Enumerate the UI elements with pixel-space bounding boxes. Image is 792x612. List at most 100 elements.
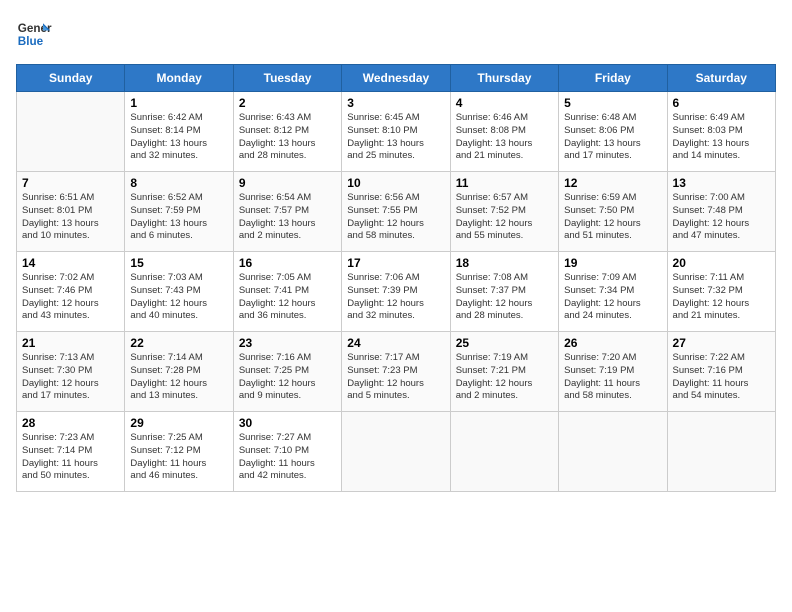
cell-info: Sunrise: 6:42 AM Sunset: 8:14 PM Dayligh… [130, 112, 227, 163]
calendar-cell: 3 Sunrise: 6:45 AM Sunset: 8:10 PM Daylig… [342, 92, 450, 172]
calendar-table: SundayMondayTuesdayWednesdayThursdayFrid… [16, 64, 776, 492]
calendar-cell: 28Sunrise: 7:23 AM Sunset: 7:14 PM Dayli… [17, 412, 125, 492]
calendar-cell: 6Sunrise: 6:49 AM Sunset: 8:03 PM Daylig… [667, 92, 775, 172]
cell-info: Sunrise: 7:25 AM Sunset: 7:12 PM Dayligh… [130, 432, 227, 483]
cell-info: Sunrise: 6:46 AM Sunset: 8:08 PM Dayligh… [456, 112, 553, 163]
cell-date: 27 [673, 336, 770, 350]
calendar-cell [17, 92, 125, 172]
cell-info: Sunrise: 6:52 AM Sunset: 7:59 PM Dayligh… [130, 192, 227, 243]
cell-info: Sunrise: 6:56 AM Sunset: 7:55 PM Dayligh… [347, 192, 444, 243]
cell-info: Sunrise: 7:03 AM Sunset: 7:43 PM Dayligh… [130, 272, 227, 323]
cell-info: Sunrise: 7:19 AM Sunset: 7:21 PM Dayligh… [456, 352, 553, 403]
cell-date: 29 [130, 416, 227, 430]
svg-text:Blue: Blue [18, 35, 44, 48]
cell-info: Sunrise: 6:54 AM Sunset: 7:57 PM Dayligh… [239, 192, 336, 243]
calendar-cell: 9 Sunrise: 6:54 AM Sunset: 7:57 PM Daylig… [233, 172, 341, 252]
cell-date: 14 [22, 256, 119, 270]
calendar-cell: 25 Sunrise: 7:19 AM Sunset: 7:21 PM Dayli… [450, 332, 558, 412]
cell-info: Sunrise: 6:48 AM Sunset: 8:06 PM Dayligh… [564, 112, 661, 163]
cell-date: 13 [673, 176, 770, 190]
calendar-cell [667, 412, 775, 492]
cell-info: Sunrise: 7:11 AM Sunset: 7:32 PM Dayligh… [673, 272, 770, 323]
calendar-cell: 7 Sunrise: 6:51 AM Sunset: 8:01 PM Daylig… [17, 172, 125, 252]
calendar-cell: 12 Sunrise: 6:59 AM Sunset: 7:50 PM Dayli… [559, 172, 667, 252]
calendar-cell [342, 412, 450, 492]
calendar-week-3: 14 Sunrise: 7:02 AM Sunset: 7:46 PM Dayli… [17, 252, 776, 332]
cell-date: 25 [456, 336, 553, 350]
days-header-row: SundayMondayTuesdayWednesdayThursdayFrid… [17, 65, 776, 92]
cell-info: Sunrise: 7:08 AM Sunset: 7:37 PM Dayligh… [456, 272, 553, 323]
calendar-week-4: 21Sunrise: 7:13 AM Sunset: 7:30 PM Dayli… [17, 332, 776, 412]
cell-info: Sunrise: 7:17 AM Sunset: 7:23 PM Dayligh… [347, 352, 444, 403]
calendar-cell: 29 Sunrise: 7:25 AM Sunset: 7:12 PM Dayli… [125, 412, 233, 492]
calendar-week-5: 28Sunrise: 7:23 AM Sunset: 7:14 PM Dayli… [17, 412, 776, 492]
cell-info: Sunrise: 7:13 AM Sunset: 7:30 PM Dayligh… [22, 352, 119, 403]
cell-info: Sunrise: 6:57 AM Sunset: 7:52 PM Dayligh… [456, 192, 553, 243]
calendar-cell: 15 Sunrise: 7:03 AM Sunset: 7:43 PM Dayli… [125, 252, 233, 332]
cell-date: 15 [130, 256, 227, 270]
cell-date: 18 [456, 256, 553, 270]
calendar-cell: 19 Sunrise: 7:09 AM Sunset: 7:34 PM Dayli… [559, 252, 667, 332]
calendar-week-1: 1 Sunrise: 6:42 AM Sunset: 8:14 PM Daylig… [17, 92, 776, 172]
calendar-cell: 17 Sunrise: 7:06 AM Sunset: 7:39 PM Dayli… [342, 252, 450, 332]
day-header-friday: Friday [559, 65, 667, 92]
cell-date: 17 [347, 256, 444, 270]
cell-date: 12 [564, 176, 661, 190]
cell-info: Sunrise: 7:22 AM Sunset: 7:16 PM Dayligh… [673, 352, 770, 403]
cell-info: Sunrise: 7:16 AM Sunset: 7:25 PM Dayligh… [239, 352, 336, 403]
day-header-wednesday: Wednesday [342, 65, 450, 92]
calendar-cell: 13 Sunrise: 7:00 AM Sunset: 7:48 PM Dayli… [667, 172, 775, 252]
page-header: General Blue [16, 16, 776, 52]
day-header-sunday: Sunday [17, 65, 125, 92]
cell-info: Sunrise: 7:06 AM Sunset: 7:39 PM Dayligh… [347, 272, 444, 323]
cell-date: 8 [130, 176, 227, 190]
cell-date: 1 [130, 96, 227, 110]
logo-icon: General Blue [16, 16, 52, 52]
cell-date: 26 [564, 336, 661, 350]
cell-date: 24 [347, 336, 444, 350]
day-header-tuesday: Tuesday [233, 65, 341, 92]
cell-info: Sunrise: 7:09 AM Sunset: 7:34 PM Dayligh… [564, 272, 661, 323]
calendar-cell: 23Sunrise: 7:16 AM Sunset: 7:25 PM Dayli… [233, 332, 341, 412]
calendar-cell [450, 412, 558, 492]
cell-date: 30 [239, 416, 336, 430]
cell-date: 11 [456, 176, 553, 190]
calendar-cell: 8 Sunrise: 6:52 AM Sunset: 7:59 PM Daylig… [125, 172, 233, 252]
calendar-cell: 21Sunrise: 7:13 AM Sunset: 7:30 PM Dayli… [17, 332, 125, 412]
calendar-cell: 11 Sunrise: 6:57 AM Sunset: 7:52 PM Dayli… [450, 172, 558, 252]
calendar-cell: 14 Sunrise: 7:02 AM Sunset: 7:46 PM Dayli… [17, 252, 125, 332]
calendar-cell: 16Sunrise: 7:05 AM Sunset: 7:41 PM Dayli… [233, 252, 341, 332]
calendar-cell: 1 Sunrise: 6:42 AM Sunset: 8:14 PM Daylig… [125, 92, 233, 172]
cell-info: Sunrise: 6:59 AM Sunset: 7:50 PM Dayligh… [564, 192, 661, 243]
calendar-cell: 27 Sunrise: 7:22 AM Sunset: 7:16 PM Dayli… [667, 332, 775, 412]
cell-info: Sunrise: 6:43 AM Sunset: 8:12 PM Dayligh… [239, 112, 336, 163]
cell-date: 19 [564, 256, 661, 270]
calendar-cell: 4 Sunrise: 6:46 AM Sunset: 8:08 PM Daylig… [450, 92, 558, 172]
cell-info: Sunrise: 7:23 AM Sunset: 7:14 PM Dayligh… [22, 432, 119, 483]
calendar-cell: 20 Sunrise: 7:11 AM Sunset: 7:32 PM Dayli… [667, 252, 775, 332]
cell-info: Sunrise: 7:05 AM Sunset: 7:41 PM Dayligh… [239, 272, 336, 323]
calendar-cell [559, 412, 667, 492]
cell-info: Sunrise: 6:51 AM Sunset: 8:01 PM Dayligh… [22, 192, 119, 243]
cell-info: Sunrise: 7:20 AM Sunset: 7:19 PM Dayligh… [564, 352, 661, 403]
cell-info: Sunrise: 7:27 AM Sunset: 7:10 PM Dayligh… [239, 432, 336, 483]
cell-date: 20 [673, 256, 770, 270]
cell-date: 4 [456, 96, 553, 110]
calendar-cell: 5Sunrise: 6:48 AM Sunset: 8:06 PM Daylig… [559, 92, 667, 172]
day-header-thursday: Thursday [450, 65, 558, 92]
logo: General Blue [16, 16, 52, 52]
cell-date: 3 [347, 96, 444, 110]
calendar-cell: 22Sunrise: 7:14 AM Sunset: 7:28 PM Dayli… [125, 332, 233, 412]
cell-date: 9 [239, 176, 336, 190]
cell-info: Sunrise: 7:14 AM Sunset: 7:28 PM Dayligh… [130, 352, 227, 403]
day-header-saturday: Saturday [667, 65, 775, 92]
day-header-monday: Monday [125, 65, 233, 92]
cell-date: 7 [22, 176, 119, 190]
calendar-cell: 30 Sunrise: 7:27 AM Sunset: 7:10 PM Dayli… [233, 412, 341, 492]
calendar-cell: 26 Sunrise: 7:20 AM Sunset: 7:19 PM Dayli… [559, 332, 667, 412]
cell-info: Sunrise: 7:02 AM Sunset: 7:46 PM Dayligh… [22, 272, 119, 323]
cell-date: 2 [239, 96, 336, 110]
cell-info: Sunrise: 6:49 AM Sunset: 8:03 PM Dayligh… [673, 112, 770, 163]
cell-info: Sunrise: 6:45 AM Sunset: 8:10 PM Dayligh… [347, 112, 444, 163]
cell-info: Sunrise: 7:00 AM Sunset: 7:48 PM Dayligh… [673, 192, 770, 243]
